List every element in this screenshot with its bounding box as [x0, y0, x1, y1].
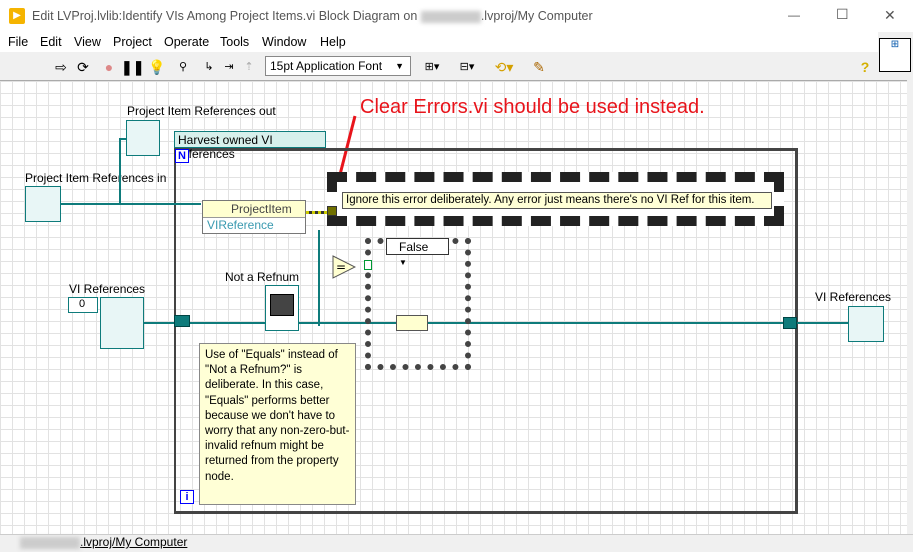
project-refs-out-indicator[interactable] [126, 120, 160, 156]
step-over-icon[interactable]: ⇥ [220, 58, 238, 76]
status-path: .lvproj/My Computer [80, 535, 188, 549]
annotation-text: Clear Errors.vi should be used instead. [360, 96, 705, 118]
menu-help[interactable]: Help [320, 35, 346, 49]
distribute-objects-icon[interactable]: ⊟▾ [455, 58, 479, 76]
equals-symbol: = [336, 260, 346, 274]
vi-refs-constant[interactable]: 0 [68, 297, 98, 313]
loop-count-terminal[interactable]: N [175, 149, 189, 163]
property-node[interactable]: ProjectItem VIReference [202, 200, 306, 234]
wire-branch [119, 138, 127, 140]
project-refs-out-label: Project Item References out [127, 104, 276, 118]
maximize-button[interactable]: ☐ [836, 6, 849, 23]
case-selector-terminal[interactable] [364, 260, 372, 270]
wire-project-items [61, 203, 201, 205]
vi-refs-out-indicator[interactable] [848, 306, 884, 342]
vi-connector-icon: ⊞ [879, 38, 911, 72]
vi-refs-out-label: VI References [815, 290, 892, 304]
property-node-class: ProjectItem [203, 201, 305, 218]
vi-refs-label: VI References [69, 282, 146, 296]
case-structure[interactable] [365, 238, 471, 370]
error-comment: Ignore this error deliberately. Any erro… [342, 192, 772, 209]
project-refs-in-label: Project Item References in [25, 171, 167, 185]
run-continuously-icon[interactable]: ⟳ [74, 58, 92, 76]
property-vireference[interactable]: VIReference [203, 218, 305, 233]
window-title: Edit LVProj.lvlib:Identify VIs Among Pro… [32, 9, 593, 23]
abort-icon[interactable]: ● [100, 58, 118, 76]
wire-branch [119, 138, 121, 204]
equals-function[interactable]: = [332, 255, 356, 279]
vi-refs-array-constant[interactable] [100, 297, 144, 349]
menu-file[interactable]: File [8, 35, 28, 49]
diagram-note: Use of "Equals" instead of "Not a Refnum… [199, 343, 356, 505]
menu-project[interactable]: Project [113, 35, 152, 49]
vertical-scrollbar[interactable] [907, 80, 913, 534]
menu-tools[interactable]: Tools [220, 35, 249, 49]
minimize-button[interactable]: — [788, 8, 800, 22]
retain-wire-values-icon[interactable]: ⚲ [174, 58, 192, 76]
build-array-function[interactable] [396, 315, 428, 331]
shift-register-left[interactable] [174, 315, 190, 327]
menu-edit[interactable]: Edit [40, 35, 62, 49]
status-bar: .lvproj/My Computer [0, 534, 913, 552]
case-selector[interactable]: False ▼ [386, 238, 449, 267]
title-bar: ▶ Edit LVProj.lvlib:Identify VIs Among P… [0, 0, 913, 32]
menu-operate[interactable]: Operate [164, 35, 209, 49]
step-out-icon[interactable]: ⇡ [240, 58, 258, 76]
pause-icon[interactable]: ❚❚ [121, 58, 144, 76]
for-loop-label: Harvest owned VI references [174, 131, 326, 161]
labview-icon: ▶ [9, 8, 25, 24]
reorder-icon[interactable]: ⟲▾ [492, 58, 516, 76]
wire-vireference [318, 230, 320, 326]
wire-vi-refs [144, 322, 849, 324]
vi-icon [270, 294, 294, 316]
highlight-execution-icon[interactable]: 💡 [148, 58, 166, 76]
loop-iteration-terminal[interactable]: i [180, 490, 194, 504]
align-objects-icon[interactable]: ⊞▾ [420, 58, 444, 76]
shift-register-right[interactable] [783, 317, 797, 329]
project-refs-in-control[interactable] [25, 186, 61, 222]
font-dropdown[interactable]: 15pt Application Font ▼ [265, 56, 411, 76]
menu-view[interactable]: View [74, 35, 101, 49]
close-button[interactable]: ✕ [884, 7, 896, 24]
not-a-refnum-label: Not a Refnum [225, 270, 300, 284]
not-a-refnum-constant[interactable] [265, 285, 299, 331]
error-tunnel [327, 206, 337, 216]
step-into-icon[interactable]: ↳ [200, 58, 218, 76]
cleanup-diagram-icon[interactable]: ✎ [530, 58, 548, 76]
menu-window[interactable]: Window [262, 35, 306, 49]
run-icon[interactable]: ⇨ [52, 58, 70, 76]
context-help-icon[interactable]: ? [856, 58, 874, 76]
